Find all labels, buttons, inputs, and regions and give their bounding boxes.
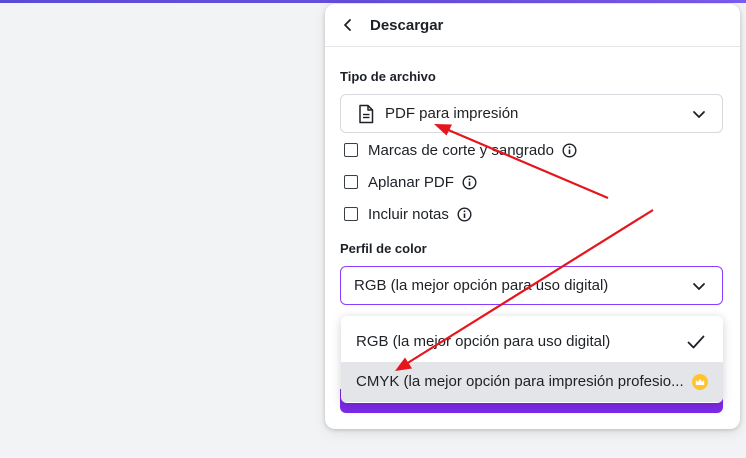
file-type-select[interactable]: PDF para impresión bbox=[340, 94, 723, 133]
panel-title: Descargar bbox=[370, 17, 444, 34]
back-button[interactable] bbox=[339, 16, 357, 34]
info-icon[interactable] bbox=[457, 206, 472, 222]
menu-option-cmyk-label: CMYK (la mejor opción para impresión pro… bbox=[356, 373, 684, 390]
file-type-value: PDF para impresión bbox=[385, 105, 519, 122]
file-type-label: Tipo de archivo bbox=[340, 69, 436, 84]
color-profile-select[interactable]: RGB (la mejor opción para uso digital) bbox=[340, 266, 723, 305]
crown-icon bbox=[692, 374, 708, 390]
flatten-pdf-label: Aplanar PDF bbox=[368, 173, 454, 191]
chevron-left-icon bbox=[344, 19, 351, 31]
top-accent-bar bbox=[0, 0, 746, 3]
checkmark-icon bbox=[687, 335, 705, 349]
chevron-down-icon bbox=[693, 111, 705, 118]
color-profile-menu: RGB (la mejor opción para uso digital) C… bbox=[341, 316, 723, 403]
crop-marks-label: Marcas de corte y sangrado bbox=[368, 141, 554, 159]
info-icon[interactable] bbox=[462, 174, 477, 190]
flatten-pdf-checkbox[interactable] bbox=[344, 175, 358, 189]
menu-option-rgb-label: RGB (la mejor opción para uso digital) bbox=[356, 333, 611, 350]
menu-option-rgb[interactable]: RGB (la mejor opción para uso digital) bbox=[341, 322, 723, 362]
option-include-notes[interactable]: Incluir notas bbox=[344, 204, 472, 224]
chevron-down-icon bbox=[693, 283, 705, 290]
info-icon[interactable] bbox=[562, 142, 577, 158]
menu-option-cmyk[interactable]: CMYK (la mejor opción para impresión pro… bbox=[341, 362, 723, 402]
include-notes-checkbox[interactable] bbox=[344, 207, 358, 221]
option-crop-marks[interactable]: Marcas de corte y sangrado bbox=[344, 140, 577, 160]
crop-marks-checkbox[interactable] bbox=[344, 143, 358, 157]
color-profile-label: Perfil de color bbox=[340, 241, 427, 256]
option-flatten-pdf[interactable]: Aplanar PDF bbox=[344, 172, 477, 192]
panel-header: Descargar bbox=[325, 4, 740, 47]
color-profile-value: RGB (la mejor opción para uso digital) bbox=[354, 277, 609, 294]
include-notes-label: Incluir notas bbox=[368, 205, 449, 223]
document-icon bbox=[359, 104, 374, 124]
